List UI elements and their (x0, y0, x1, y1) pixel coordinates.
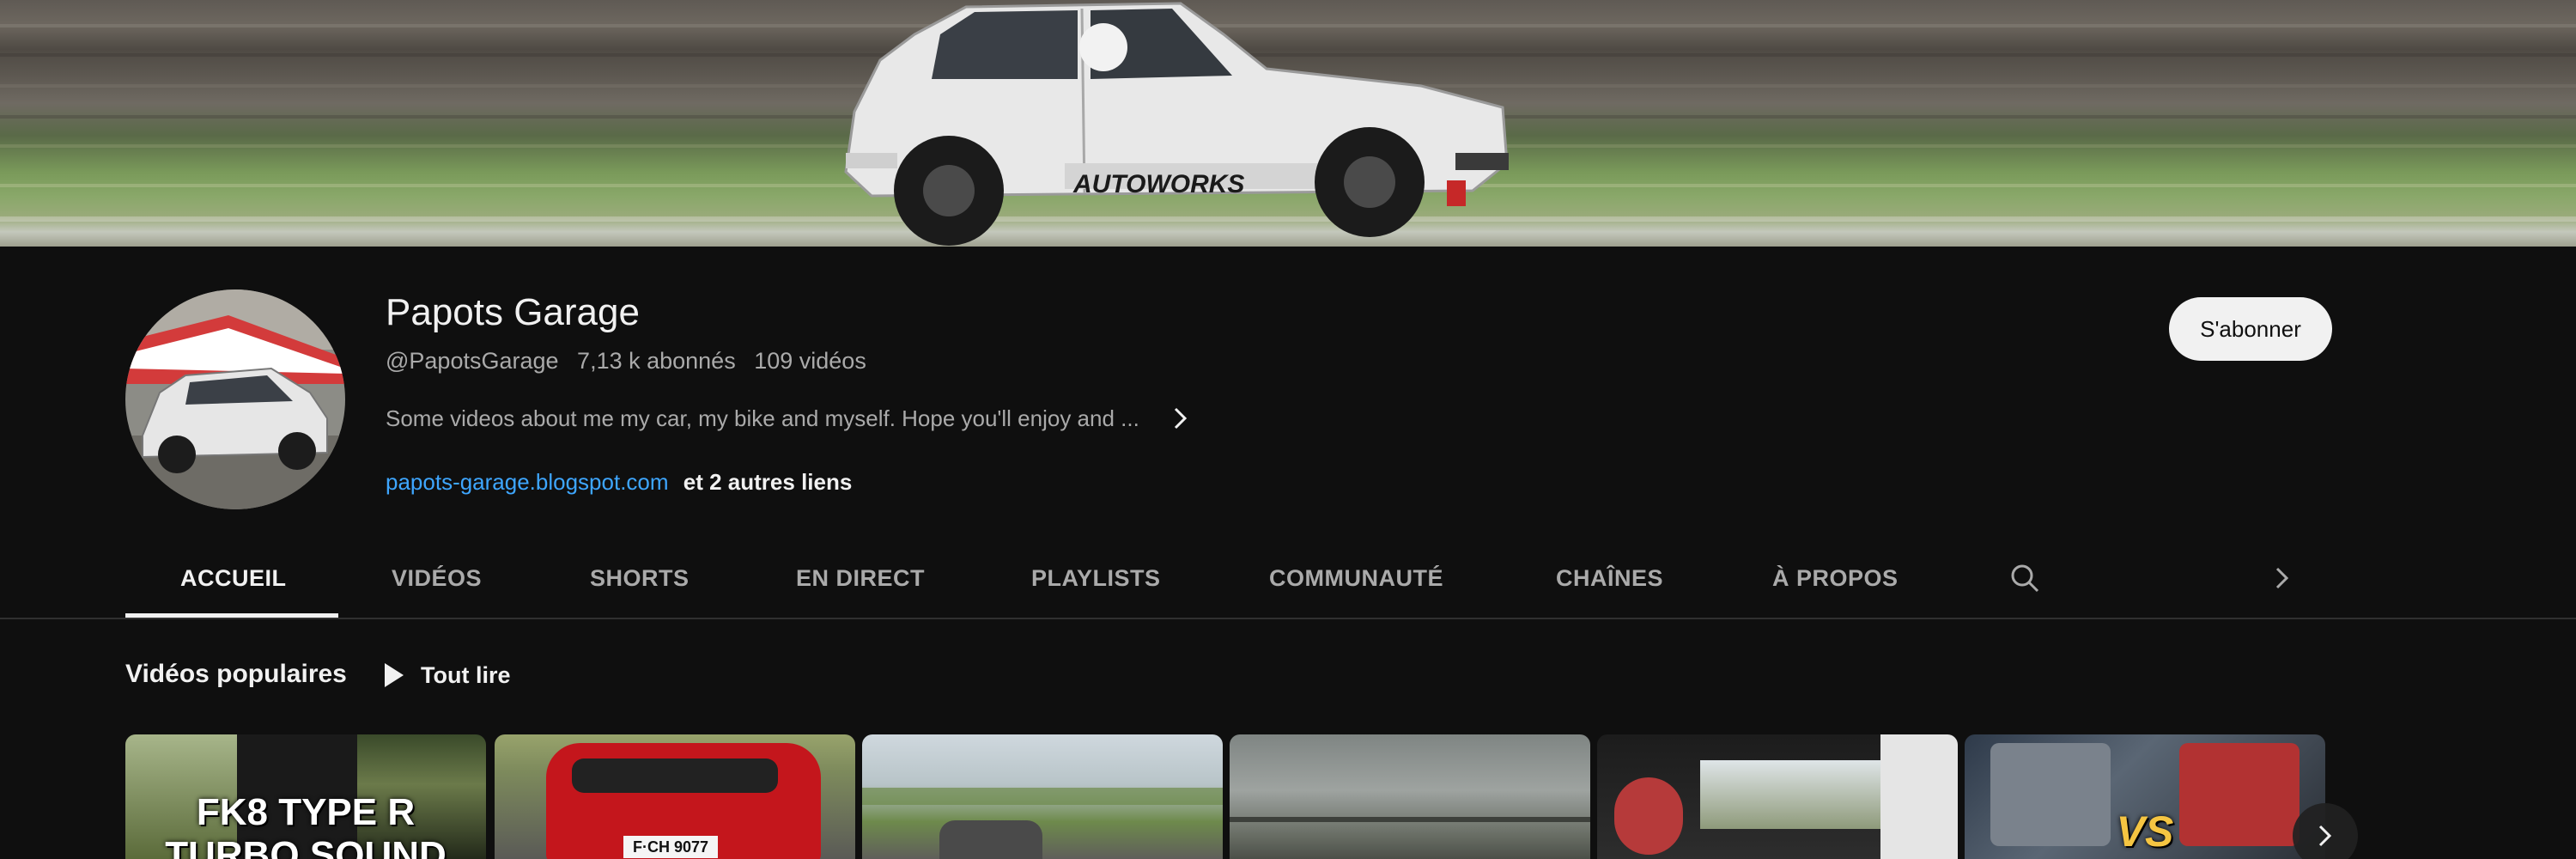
tab-chaines[interactable]: CHAÎNES (1556, 537, 1663, 619)
banner-logo-text: AUTOWORKS (1072, 170, 1244, 198)
video-thumbnail[interactable] (1597, 734, 1958, 859)
channel-handle: @PapotsGarage (386, 348, 559, 374)
channel-description[interactable]: Some videos about me my car, my bike and… (386, 403, 1193, 434)
video-count: 109 vidéos (754, 348, 866, 374)
thumbnail-caption: VS (2116, 807, 2174, 856)
shelf-next-button[interactable] (2293, 803, 2358, 859)
video-thumbnail[interactable] (1230, 734, 1590, 859)
tab-shorts[interactable]: SHORTS (590, 537, 690, 619)
tab-accueil[interactable]: ACCUEIL (180, 537, 287, 619)
shelf-title: Vidéos populaires (125, 660, 347, 688)
chevron-right-icon (2318, 825, 2332, 847)
tab-en-direct[interactable]: EN DIRECT (796, 537, 925, 619)
banner-car-image: AUTOWORKS (844, 2, 1509, 246)
play-icon (385, 663, 404, 687)
play-all-button[interactable]: Tout lire (383, 655, 511, 696)
tab-a-propos[interactable]: À PROPOS (1772, 537, 1899, 619)
channel-avatar[interactable] (125, 289, 345, 509)
video-thumbnail[interactable]: F·CH 9077 (495, 734, 855, 859)
channel-meta: @PapotsGarage 7,13 k abonnés 109 vidéos (386, 348, 878, 375)
channel-links: papots-garage.blogspot.com et 2 autres l… (386, 469, 852, 496)
tab-playlists[interactable]: PLAYLISTS (1031, 537, 1161, 619)
tab-communaute[interactable]: COMMUNAUTÉ (1269, 537, 1443, 619)
subscriber-count: 7,13 k abonnés (577, 348, 736, 374)
play-all-label: Tout lire (421, 661, 511, 688)
channel-banner: AUTOWORKS (0, 0, 2576, 247)
video-thumbnail[interactable]: FK8 TYPE R TURBO SOUND (125, 734, 486, 859)
channel-tabs: ACCUEIL VIDÉOS SHORTS EN DIRECT PLAYLIST… (125, 537, 2289, 619)
chevron-right-icon[interactable] (2263, 558, 2302, 598)
channel-title: Papots Garage (386, 291, 640, 333)
video-thumbnail[interactable]: VS (1965, 734, 2325, 859)
subscribe-button[interactable]: S'abonner (2169, 297, 2332, 361)
license-plate: F·CH 9077 (623, 836, 718, 858)
tab-videos[interactable]: VIDÉOS (392, 537, 482, 619)
channel-link[interactable]: papots-garage.blogspot.com (386, 469, 669, 495)
search-icon[interactable] (2005, 558, 2044, 598)
description-text: Some videos about me my car, my bike and… (386, 405, 1139, 431)
more-links[interactable]: et 2 autres liens (683, 469, 853, 495)
tabs-divider (0, 618, 2576, 619)
chevron-right-icon[interactable] (1169, 403, 1193, 434)
thumbnail-caption: FK8 TYPE R (196, 791, 416, 833)
video-thumbnail[interactable] (862, 734, 1223, 859)
thumbnail-caption: TURBO SOUND (165, 834, 447, 859)
